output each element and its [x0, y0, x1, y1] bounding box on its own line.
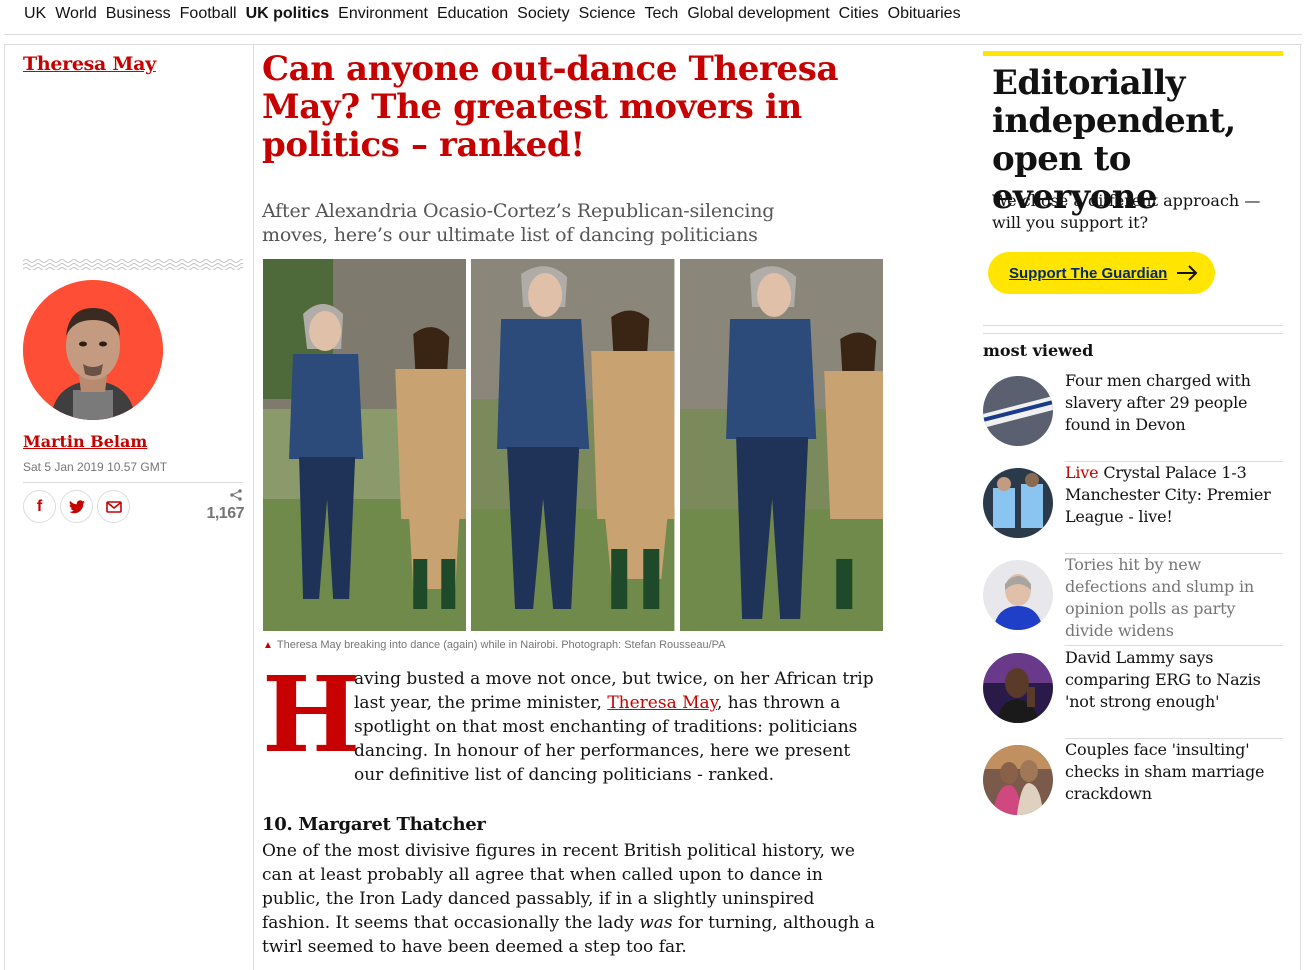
most-viewed-thumbnail	[983, 653, 1053, 723]
most-viewed-item[interactable]: David Lammy says comparing ERG to Nazis …	[983, 647, 1283, 739]
main-image[interactable]	[263, 259, 883, 631]
wavy-divider	[23, 259, 243, 270]
theresa-may-link[interactable]: Theresa May	[607, 693, 717, 713]
most-viewed-headline: Tories hit by new defections and slump i…	[1065, 555, 1254, 640]
facebook-icon: f	[36, 497, 43, 515]
nav-item-uk[interactable]: UK	[24, 5, 46, 23]
most-viewed-thumbnail	[983, 560, 1053, 630]
section-nav: UK World Business Football UK politics E…	[0, 0, 1306, 28]
photo-dance-2	[471, 259, 675, 631]
divider	[23, 482, 243, 483]
divider	[4, 44, 1302, 45]
most-viewed-thumbnail	[983, 745, 1053, 815]
nav-item-tech[interactable]: Tech	[645, 5, 679, 23]
share-count-value: 1,167	[206, 505, 244, 522]
photo-panel	[471, 259, 675, 631]
photo-panel	[679, 259, 883, 631]
most-viewed-title: most viewed	[983, 341, 1094, 360]
column-divider	[1300, 44, 1301, 970]
photo-panel	[263, 259, 467, 631]
most-viewed-thumbnail	[983, 468, 1053, 538]
article-paragraph: One of the most divisive figures in rece…	[262, 839, 882, 959]
david-lammy-image	[983, 653, 1053, 723]
twitter-icon	[68, 499, 85, 513]
drop-cap: H	[262, 653, 361, 776]
article-paragraph: Having busted a move not once, but twice…	[262, 653, 882, 787]
divider	[983, 325, 1283, 326]
most-viewed-item[interactable]: Tories hit by new defections and slump i…	[983, 554, 1283, 646]
nav-item-obituaries[interactable]: Obituaries	[888, 5, 961, 23]
football-image	[983, 468, 1053, 538]
theresa-may-image	[983, 560, 1053, 630]
share-count: 1,167	[200, 489, 245, 523]
email-icon	[105, 500, 122, 513]
nav-item-education[interactable]: Education	[437, 5, 508, 23]
most-viewed-headline: Live Crystal Palace 1-3 Manchester City:…	[1065, 463, 1271, 526]
nav-item-environment[interactable]: Environment	[338, 5, 428, 23]
nav-item-cities[interactable]: Cities	[839, 5, 879, 23]
support-panel: Editorially independent, open to everyon…	[983, 51, 1283, 313]
nav-item-global-development[interactable]: Global development	[687, 5, 829, 23]
support-body: We chose a different approach — will you…	[992, 191, 1261, 232]
arrow-right-icon	[1177, 265, 1198, 281]
series-label[interactable]: Theresa May	[23, 53, 156, 75]
column-divider	[4, 44, 5, 970]
most-viewed-item[interactable]: Live Crystal Palace 1-3 Manchester City:…	[983, 462, 1283, 554]
most-viewed-item[interactable]: Four men charged with slavery after 29 p…	[983, 370, 1283, 462]
share-email-button[interactable]	[97, 490, 130, 523]
support-button[interactable]: Support The Guardian	[988, 252, 1215, 294]
article-standfirst: After Alexandria Ocasio-Cortez’s Republi…	[262, 200, 775, 246]
support-button-label: Support The Guardian	[1009, 264, 1168, 282]
share-twitter-button[interactable]	[60, 490, 93, 523]
nav-item-world[interactable]: World	[55, 5, 97, 23]
police-tape-image	[983, 376, 1053, 446]
publish-date: Sat 5 Jan 2019 10.57 GMT	[23, 460, 168, 474]
author-name[interactable]: Martin Belam	[23, 432, 147, 451]
column-divider	[253, 44, 254, 970]
share-icon	[230, 489, 242, 501]
article-headline: Can anyone out-dance Theresa May? The gr…	[262, 49, 839, 165]
nav-item-business[interactable]: Business	[106, 5, 171, 23]
wedding-image	[983, 745, 1053, 815]
author-portrait	[23, 280, 163, 420]
photo-dance-3	[679, 259, 883, 631]
caption-text: Theresa May breaking into dance (again) …	[276, 639, 726, 651]
most-viewed-headline: David Lammy says comparing ERG to Nazis …	[1065, 648, 1261, 711]
nav-item-society[interactable]: Society	[517, 5, 569, 23]
divider	[983, 333, 1283, 334]
divider	[1065, 645, 1283, 646]
most-viewed-headline: Couples face 'insulting' checks in sham …	[1065, 740, 1265, 803]
nav-item-football[interactable]: Football	[180, 5, 237, 23]
most-viewed-headline: Four men charged with slavery after 29 p…	[1065, 371, 1251, 434]
photo-dance-1	[263, 259, 467, 631]
nav-item-science[interactable]: Science	[579, 5, 636, 23]
nav-item-uk-politics[interactable]: UK politics	[246, 5, 330, 23]
image-caption: ▲ Theresa May breaking into dance (again)…	[263, 639, 726, 651]
section-subheading: 10. Margaret Thatcher	[262, 814, 486, 835]
most-viewed-item[interactable]: Couples face 'insulting' checks in sham …	[983, 739, 1283, 831]
share-facebook-button[interactable]: f	[23, 490, 56, 523]
divider	[4, 34, 1302, 35]
caption-triangle-icon: ▲	[263, 640, 273, 651]
author-avatar[interactable]	[23, 280, 163, 420]
most-viewed-thumbnail	[983, 376, 1053, 446]
emphasis-text: was	[639, 913, 673, 933]
